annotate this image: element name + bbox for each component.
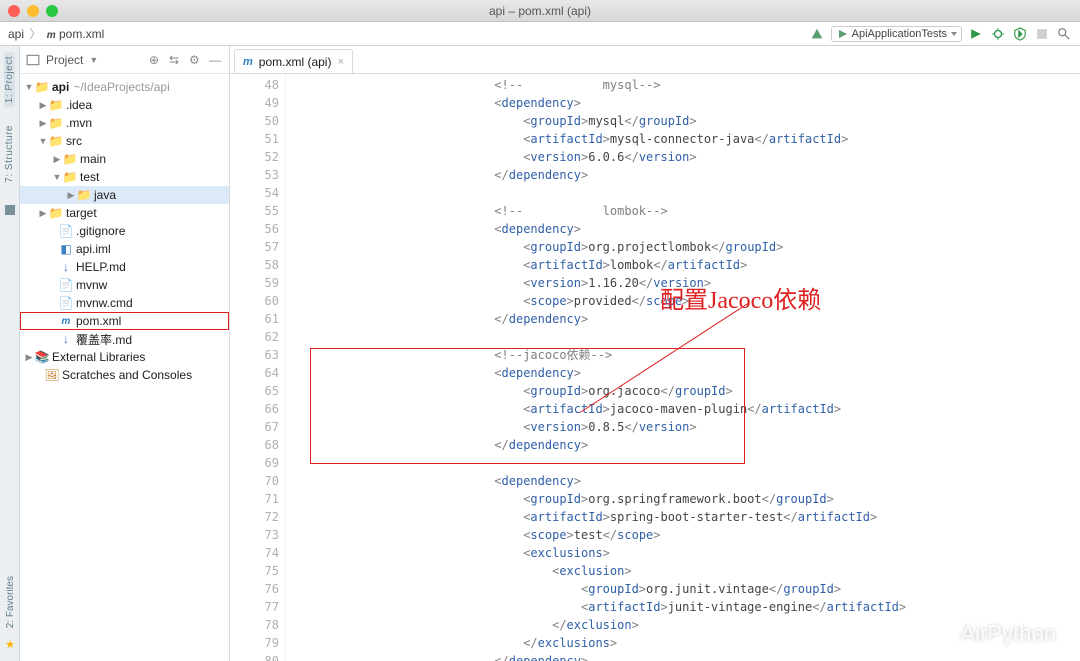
- gutter-square-icon[interactable]: [5, 205, 15, 215]
- tree-help[interactable]: ↓HELP.md: [20, 258, 229, 276]
- tree-coverage[interactable]: ↓覆盖率.md: [20, 330, 229, 348]
- tree-src[interactable]: ▼📁src: [20, 132, 229, 150]
- close-window-icon[interactable]: [8, 5, 20, 17]
- editor: m pom.xml (api) × 4849505152535455565758…: [230, 46, 1080, 661]
- gutter-favorites[interactable]: 2: Favorites: [5, 576, 16, 628]
- tool-gutter-bottom-left: 2: Favorites ★: [0, 576, 20, 661]
- run-config-selector[interactable]: ApiApplicationTests: [831, 26, 962, 42]
- tree-mvn[interactable]: ▶📁.mvn: [20, 114, 229, 132]
- maven-file-icon: m: [243, 56, 253, 68]
- tree-apiiml[interactable]: ◧api.iml: [20, 240, 229, 258]
- tab-pom[interactable]: m pom.xml (api) ×: [234, 49, 353, 73]
- tree-root-label: api: [52, 80, 69, 94]
- tree-ext-libs[interactable]: ▶📚External Libraries: [20, 348, 229, 366]
- close-icon[interactable]: ×: [337, 56, 343, 68]
- tree-idea[interactable]: ▶📁.idea: [20, 96, 229, 114]
- debug-icon[interactable]: [990, 26, 1006, 42]
- breadcrumb-file[interactable]: pom.xml: [59, 27, 104, 41]
- sidebar-header: Project ▼ ⊕ ⇆ ⚙ —: [20, 46, 229, 74]
- tree-gitignore[interactable]: 📄.gitignore: [20, 222, 229, 240]
- gutter-project[interactable]: 1: Project: [4, 52, 15, 107]
- tree-mvnwcmd[interactable]: 📄mvnw.cmd: [20, 294, 229, 312]
- breadcrumb[interactable]: api 〉 m pom.xml: [8, 25, 104, 42]
- project-icon: [26, 53, 40, 67]
- code-area[interactable]: <!-- mysql--> <dependency> <groupId>mysq…: [286, 74, 1080, 661]
- search-icon[interactable]: [1056, 26, 1072, 42]
- tab-label: pom.xml (api): [259, 55, 332, 69]
- maven-file-icon: m: [47, 30, 56, 41]
- breadcrumb-root[interactable]: api: [8, 27, 24, 41]
- titlebar: api – pom.xml (api): [0, 0, 1080, 22]
- tree-java[interactable]: ▶📁java: [20, 186, 229, 204]
- build-icon[interactable]: [809, 26, 825, 42]
- navbar: api 〉 m pom.xml ApiApplicationTests: [0, 22, 1080, 46]
- collapse-icon[interactable]: ⇆: [169, 53, 183, 67]
- project-tree[interactable]: ▼📁api~/IdeaProjects/api ▶📁.idea ▶📁.mvn ▼…: [20, 74, 229, 661]
- tree-scratch[interactable]: 🖼Scratches and Consoles: [20, 366, 229, 384]
- coverage-run-icon[interactable]: [1012, 26, 1028, 42]
- tree-pom[interactable]: mpom.xml: [20, 312, 229, 330]
- tree-test[interactable]: ▼📁test: [20, 168, 229, 186]
- tool-gutter-left: 1: Project 7: Structure: [0, 46, 20, 661]
- line-gutter: 4849505152535455565758596061626364656667…: [230, 74, 286, 661]
- editor-tabs: m pom.xml (api) ×: [230, 46, 1080, 74]
- tree-root-path: ~/IdeaProjects/api: [73, 80, 169, 94]
- stop-icon: [1034, 26, 1050, 42]
- run-config-label: ApiApplicationTests: [852, 28, 947, 40]
- tree-main[interactable]: ▶📁main: [20, 150, 229, 168]
- gear-icon[interactable]: ⚙: [189, 53, 203, 67]
- tree-target[interactable]: ▶📁target: [20, 204, 229, 222]
- run-icon[interactable]: [968, 26, 984, 42]
- maven-file-icon: m: [58, 316, 74, 327]
- window-controls[interactable]: [8, 5, 58, 17]
- star-icon: ★: [5, 638, 15, 651]
- maximize-window-icon[interactable]: [46, 5, 58, 17]
- hide-icon[interactable]: —: [209, 53, 223, 67]
- sidebar-title: Project: [46, 53, 83, 67]
- tree-mvnw[interactable]: 📄mvnw: [20, 276, 229, 294]
- tree-root[interactable]: ▼📁api~/IdeaProjects/api: [20, 78, 229, 96]
- gutter-structure[interactable]: 7: Structure: [4, 121, 15, 187]
- target-icon[interactable]: ⊕: [149, 53, 163, 67]
- project-sidebar: Project ▼ ⊕ ⇆ ⚙ — ▼📁api~/IdeaProjects/ap…: [20, 46, 230, 661]
- minimize-window-icon[interactable]: [27, 5, 39, 17]
- window-title: api – pom.xml (api): [0, 4, 1080, 18]
